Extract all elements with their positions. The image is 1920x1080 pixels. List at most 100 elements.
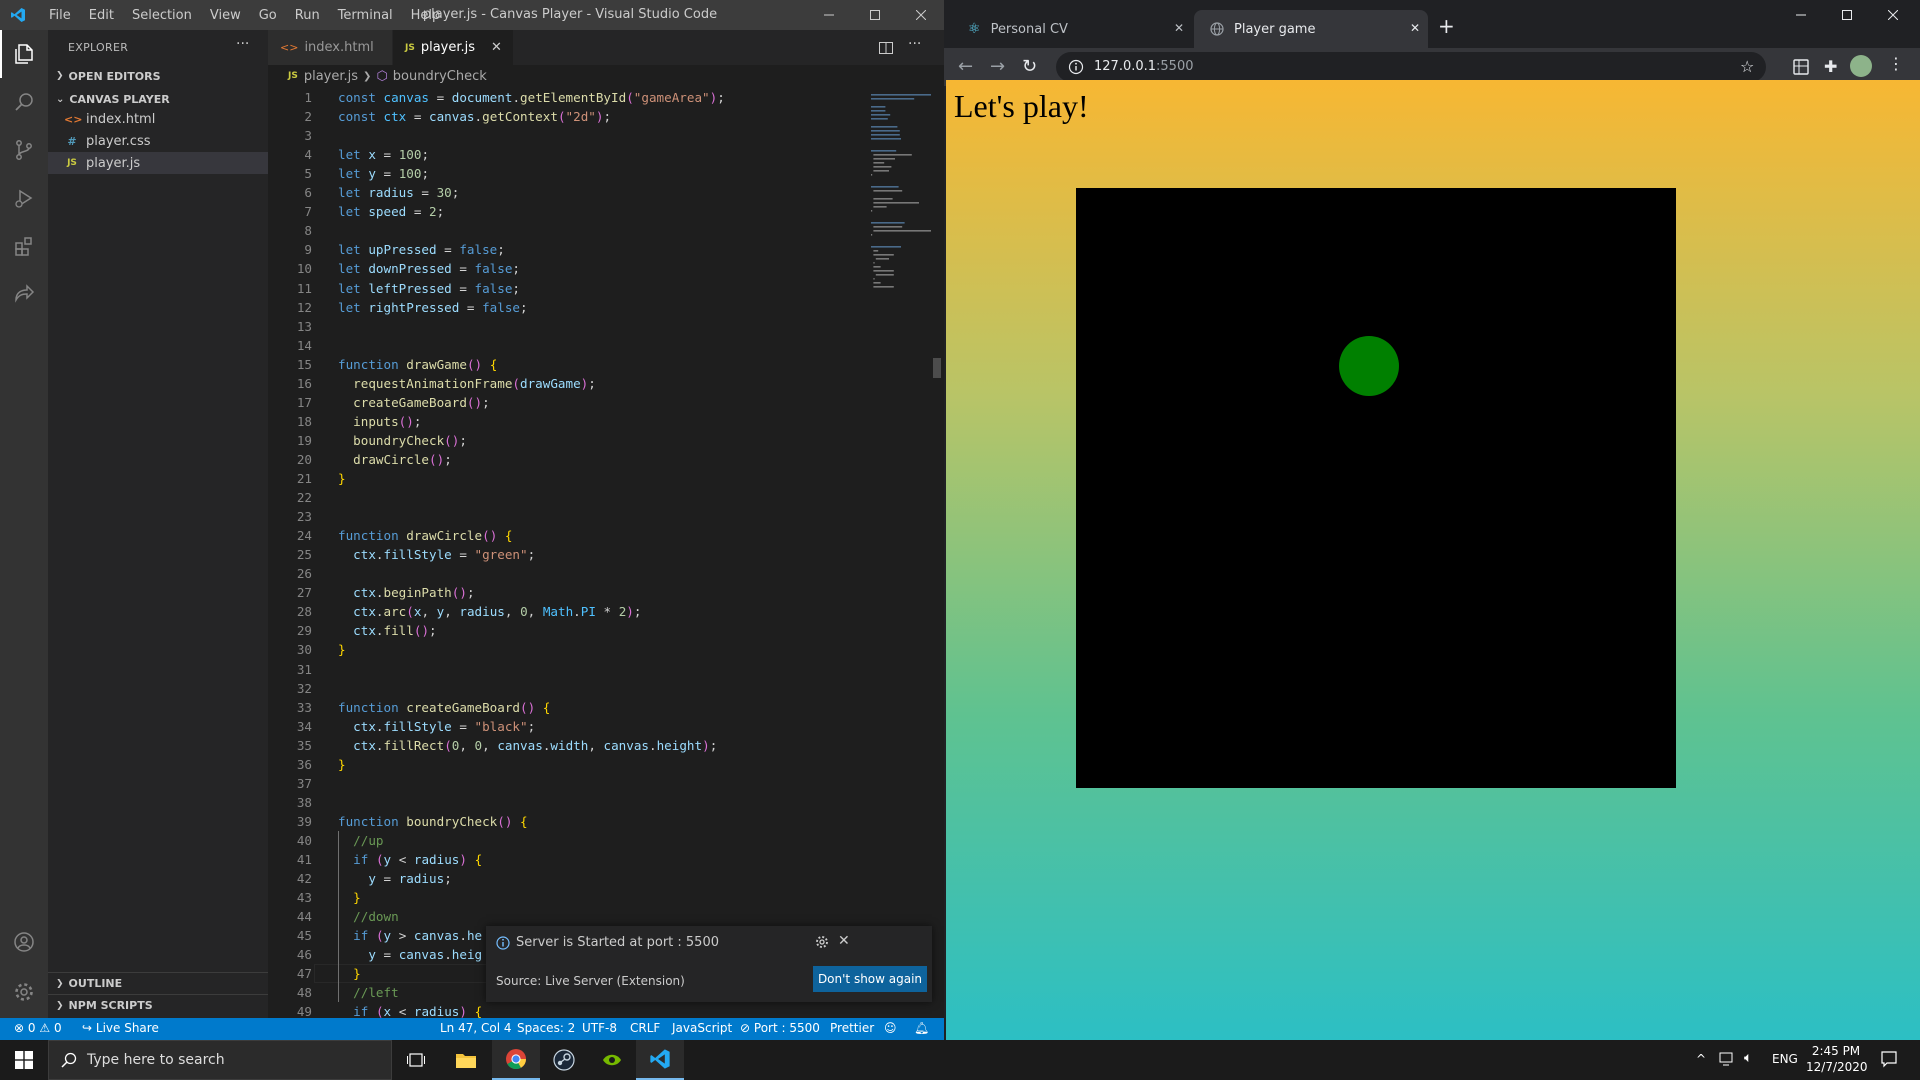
code-line[interactable]: let y = 100; [338,164,429,183]
feedback-icon[interactable]: ☺ [884,1021,897,1035]
back-arrow-icon[interactable]: ← [958,56,973,77]
minimize-button[interactable] [806,0,852,30]
code-line[interactable]: //up [338,831,383,850]
search-icon[interactable] [0,78,48,126]
explorer-icon[interactable] [0,30,48,78]
tab-player-game[interactable]: Player game ✕ [1194,10,1428,48]
indentation[interactable]: Spaces: 2 [517,1021,575,1035]
input-language[interactable]: ENG [1772,1052,1798,1066]
nvidia-icon[interactable] [588,1040,636,1080]
run-debug-icon[interactable] [0,174,48,222]
address-bar[interactable]: 127.0.0.1:5500 ☆ [1056,52,1766,82]
menu-file[interactable]: File [40,8,80,23]
live-server-port[interactable]: ⊘ Port : 5500 [740,1021,820,1035]
code-line[interactable]: let upPressed = false; [338,240,505,259]
vscode-taskbar-icon[interactable] [636,1040,684,1080]
dont-show-again-button[interactable]: Don't show again [813,966,927,992]
maximize-button[interactable] [852,0,898,30]
extensions-icon[interactable] [0,222,48,270]
game-canvas[interactable] [1076,188,1676,788]
info-icon[interactable] [1068,59,1084,75]
chrome-menu-icon[interactable]: ⋮ [1888,54,1904,73]
language-mode[interactable]: JavaScript [672,1021,732,1035]
close-button[interactable] [898,0,944,30]
forward-arrow-icon[interactable]: → [990,56,1005,77]
menu-edit[interactable]: Edit [80,8,123,23]
extensions-puzzle-icon[interactable]: ✚ [1824,57,1837,76]
close-tab-icon[interactable]: ✕ [491,40,502,55]
code-line[interactable]: ctx.fillRect(0, 0, canvas.width, canvas.… [338,736,717,755]
code-line[interactable]: const ctx = canvas.getContext("2d"); [338,107,611,126]
close-button[interactable] [1870,0,1916,30]
steam-icon[interactable] [540,1040,588,1080]
code-line[interactable]: ctx.beginPath(); [338,583,474,602]
encoding[interactable]: UTF-8 [582,1021,617,1035]
chrome-taskbar-icon[interactable] [492,1040,540,1080]
more-actions-icon[interactable]: ··· [236,36,249,52]
menu-selection[interactable]: Selection [123,8,201,23]
minimize-button[interactable] [1778,0,1824,30]
volume-icon[interactable]: 🔈︎ [1744,1050,1752,1066]
bookmark-star-icon[interactable]: ☆ [1740,57,1754,76]
code-line[interactable]: const canvas = document.getElementById("… [338,88,725,107]
close-tab-icon[interactable]: ✕ [1174,21,1184,35]
code-line[interactable]: y = radius; [338,869,451,888]
tab-player-js[interactable]: JS player.js ✕ [393,30,513,65]
file-player-css[interactable]: # player.css [48,130,268,152]
code-line[interactable]: function drawCircle() { [338,526,512,545]
menu-go[interactable]: Go [250,8,286,23]
code-line[interactable]: //down [338,907,399,926]
code-line[interactable]: function drawGame() { [338,355,497,374]
code-line[interactable]: boundryCheck(); [338,431,467,450]
task-view-icon[interactable] [392,1040,440,1080]
project-section[interactable]: ⌄ CANVAS PLAYER [48,88,268,110]
prettier-status[interactable]: Prettier [830,1021,874,1035]
open-editors-section[interactable]: ❯ OPEN EDITORS [48,65,268,87]
code-line[interactable]: let downPressed = false; [338,259,520,278]
code-line[interactable]: if (y > canvas.he [338,926,482,945]
cursor-position[interactable]: Ln 47, Col 4 [440,1021,512,1035]
code-line[interactable]: requestAnimationFrame(drawGame); [338,374,596,393]
code-line[interactable]: let leftPressed = false; [338,279,520,298]
show-hidden-icons-icon[interactable]: ^ [1696,1052,1706,1066]
account-icon[interactable] [0,918,48,966]
source-control-icon[interactable] [0,126,48,174]
action-center-icon[interactable] [1880,1050,1898,1068]
file-index-html[interactable]: <> index.html [48,108,268,130]
live-share-icon[interactable] [0,270,48,318]
breadcrumb-file[interactable]: player.js [304,69,358,84]
more-actions-icon[interactable]: ··· [908,36,921,52]
code-line[interactable]: let rightPressed = false; [338,298,528,317]
split-editor-icon[interactable] [878,40,894,56]
scrollbar-thumb[interactable] [933,358,941,378]
code-line[interactable]: inputs(); [338,412,421,431]
close-tab-icon[interactable]: ✕ [1410,21,1420,35]
code-line[interactable]: } [338,640,346,659]
code-line[interactable]: let speed = 2; [338,202,444,221]
clock[interactable]: 2:45 PM 12/7/2020 [1806,1044,1868,1074]
notifications-bell-icon[interactable]: 🔔︎ [914,1021,929,1035]
settings-gear-icon[interactable] [814,934,830,950]
settings-gear-icon[interactable] [0,968,48,1016]
maximize-button[interactable] [1824,0,1870,30]
problems-indicator[interactable]: ⊗ 0 ⚠ 0 [14,1021,62,1035]
code-line[interactable]: function boundryCheck() { [338,812,528,831]
code-line[interactable]: //left [338,983,399,1002]
code-editor[interactable]: 1 const canvas = document.getElementById(… [268,86,868,1026]
profile-avatar[interactable] [1850,55,1872,77]
code-line[interactable]: drawCircle(); [338,450,452,469]
code-line[interactable]: y = canvas.heig [338,945,482,964]
menu-view[interactable]: View [201,8,250,23]
code-line[interactable]: ctx.fillStyle = "green"; [338,545,535,564]
live-share-status[interactable]: ↪ Live Share [82,1021,159,1035]
code-line[interactable]: } [338,755,346,774]
network-icon[interactable] [1718,1051,1736,1067]
file-player-js[interactable]: JS player.js [48,152,268,174]
close-notification-icon[interactable]: ✕ [838,933,850,949]
code-line[interactable]: if (y < radius) { [338,850,482,869]
npm-scripts-section[interactable]: ❯ NPM SCRIPTS [48,994,268,1016]
code-line[interactable]: ctx.fill(); [338,621,436,640]
extension-sheets-icon[interactable] [1792,58,1810,76]
code-line[interactable]: function createGameBoard() { [338,698,550,717]
code-line[interactable]: ctx.fillStyle = "black"; [338,717,535,736]
